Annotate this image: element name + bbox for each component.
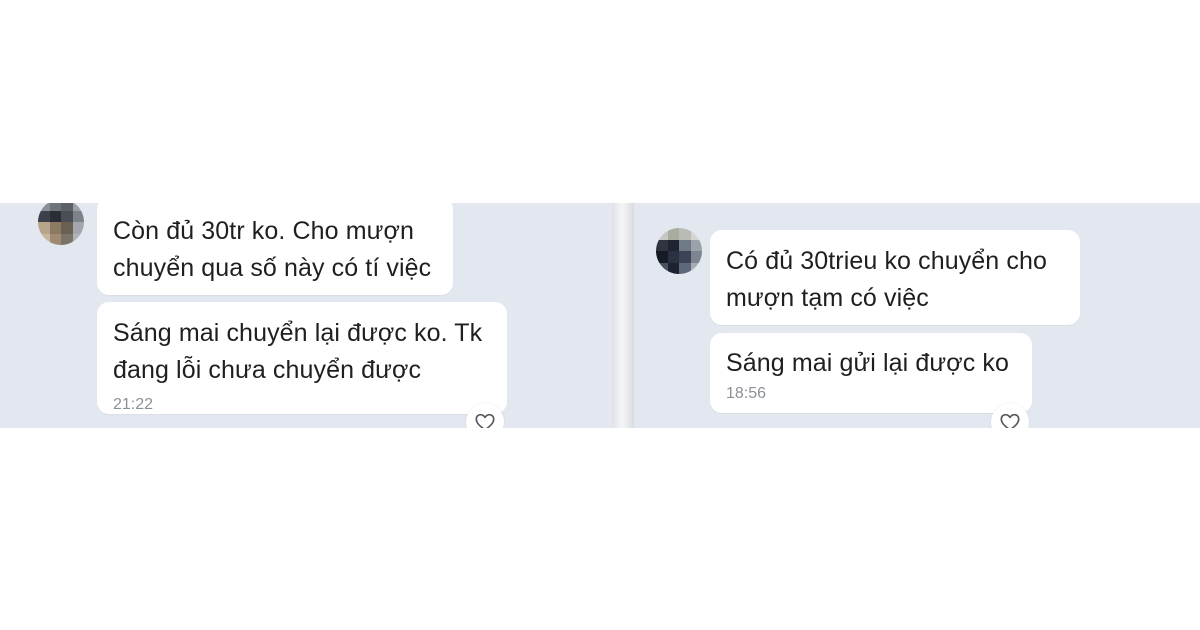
left-chat-panel: Còn đủ 30tr ko. Cho mượn chuyển qua số n… [0,203,612,428]
message-timestamp: 21:22 [113,396,154,413]
message-text: Sáng mai gửi lại được ko [726,349,1009,377]
chat-screenshots-strip: Còn đủ 30tr ko. Cho mượn chuyển qua số n… [0,203,1200,428]
message-text: Có đủ 30trieu ko chuyển cho mượn tạm có … [726,247,1047,312]
message-text: Sáng mai chuyển lại được ko. Tk đang lỗi… [113,319,483,384]
heart-outline-icon [1000,413,1020,428]
message-timestamp: 18:56 [726,385,767,402]
avatar[interactable] [656,228,702,274]
message-bubble[interactable]: Còn đủ 30tr ko. Cho mượn chuyển qua số n… [97,203,453,295]
message-bubble[interactable]: Sáng mai chuyển lại được ko. Tk đang lỗi… [97,302,507,414]
right-chat-panel: Có đủ 30trieu ko chuyển cho mượn tạm có … [634,203,1200,428]
avatar[interactable] [38,203,84,245]
panel-divider [612,203,634,428]
message-bubble[interactable]: Có đủ 30trieu ko chuyển cho mượn tạm có … [710,230,1080,325]
message-text: Còn đủ 30tr ko. Cho mượn chuyển qua số n… [113,217,432,282]
heart-outline-icon [475,413,495,428]
message-bubble[interactable]: Sáng mai gửi lại được ko 18:56 [710,333,1032,413]
